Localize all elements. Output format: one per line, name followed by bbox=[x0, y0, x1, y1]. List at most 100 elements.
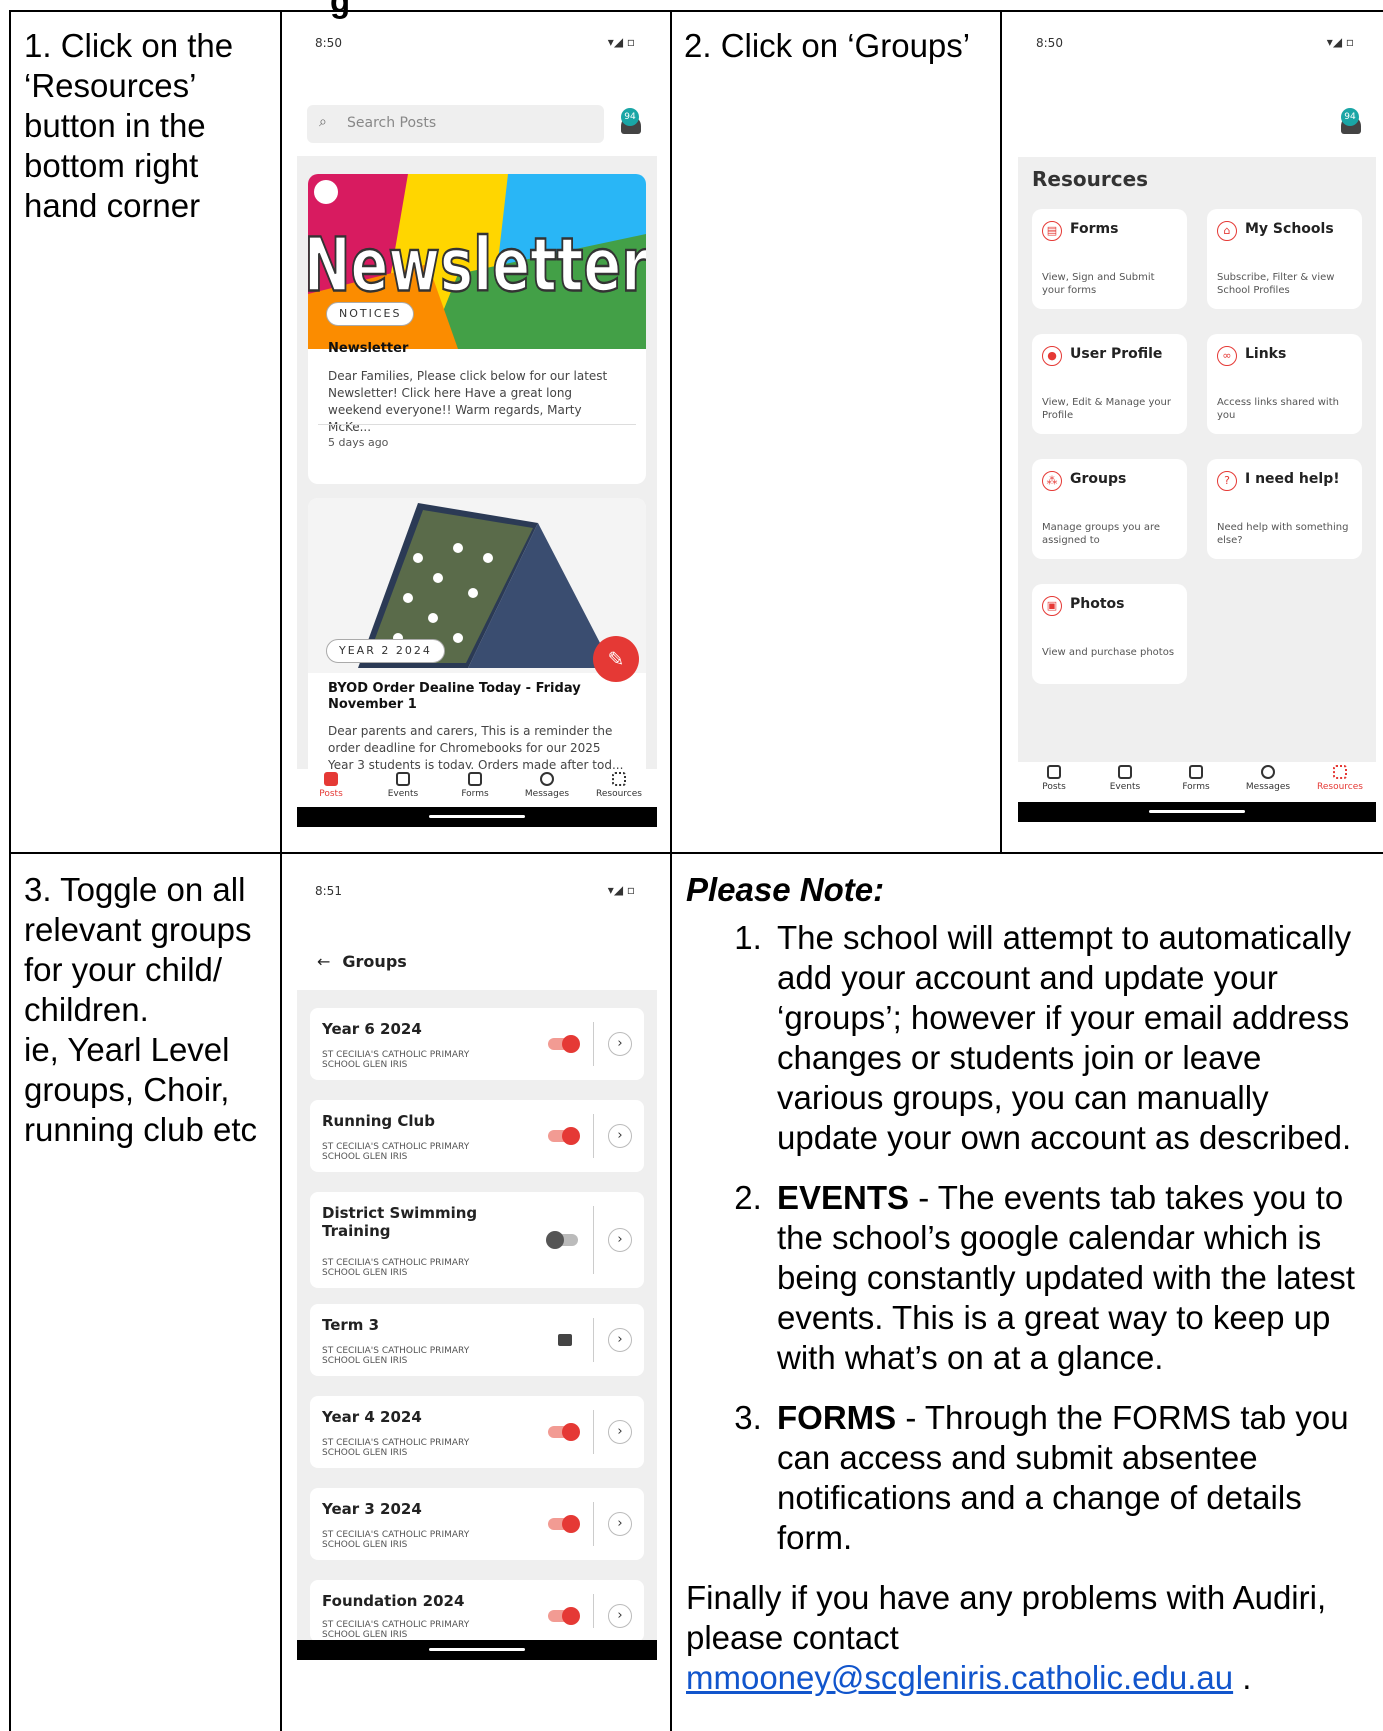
home-gesture-bar[interactable] bbox=[1149, 810, 1245, 813]
note-title: Please Note: bbox=[686, 871, 885, 908]
group-toggle[interactable] bbox=[548, 1127, 580, 1145]
tab-events[interactable]: Events bbox=[1095, 765, 1155, 792]
posts-feed: Newsletter NOTICES Newsletter Dear Famil… bbox=[297, 156, 657, 798]
tab-forms[interactable]: Forms bbox=[445, 772, 505, 799]
group-row[interactable]: Term 3 ST CECILIA'S CATHOLIC PRIMARY SCH… bbox=[310, 1304, 644, 1376]
resource-user-profile[interactable]: ● User Profile View, Edit & Manage your Pr… bbox=[1032, 334, 1187, 434]
card-desc: View, Edit & Manage your Profile bbox=[1042, 397, 1171, 421]
group-row[interactable]: Foundation 2024 ST CECILIA'S CATHOLIC PR… bbox=[310, 1580, 644, 1642]
chevron-right-icon[interactable]: › bbox=[608, 1328, 632, 1352]
signal-icon: ▾◢ ▫ bbox=[607, 883, 635, 897]
link-icon: ∞ bbox=[1217, 346, 1237, 366]
chevron-right-icon[interactable]: › bbox=[608, 1512, 632, 1536]
home-gesture-bar[interactable] bbox=[429, 1648, 525, 1651]
group-row[interactable]: District Swimming Training ST CECILIA'S … bbox=[310, 1192, 644, 1288]
tab-label: Forms bbox=[461, 789, 489, 799]
card-desc: View and purchase photos bbox=[1042, 647, 1175, 658]
toggle-knob bbox=[562, 1423, 580, 1441]
card-desc: Need help with something else? bbox=[1217, 522, 1349, 546]
android-nav-bar bbox=[297, 807, 657, 827]
group-toggle[interactable] bbox=[546, 1231, 578, 1249]
post-title: Newsletter bbox=[328, 341, 409, 356]
card-title: Forms bbox=[1070, 221, 1119, 237]
tab-label: Events bbox=[387, 789, 419, 799]
posts-icon bbox=[324, 772, 338, 786]
grid-icon bbox=[1333, 765, 1347, 779]
home-gesture-bar[interactable] bbox=[429, 815, 525, 818]
notification-bell-icon[interactable]: 94 bbox=[618, 108, 644, 136]
note-item: The school will attempt to automatically… bbox=[771, 918, 1376, 1158]
toggle-knob bbox=[562, 1515, 580, 1533]
group-toggle[interactable] bbox=[548, 1515, 580, 1533]
tab-label: Forms bbox=[1182, 782, 1210, 792]
status-time: 8:50 bbox=[315, 36, 342, 50]
tab-forms[interactable]: Forms bbox=[1166, 765, 1226, 792]
signal-icon: ▾◢ ▫ bbox=[1326, 35, 1354, 49]
card-desc: Subscribe, Filter & view School Profiles bbox=[1217, 272, 1335, 296]
tab-events[interactable]: Events bbox=[373, 772, 433, 799]
post-body: Dear Families, Please click below for ou… bbox=[328, 369, 608, 434]
note-item: EVENTS - The events tab takes you to the… bbox=[771, 1178, 1376, 1378]
resource-links[interactable]: ∞ Links Access links shared with you bbox=[1207, 334, 1362, 434]
tab-resources[interactable]: Resources bbox=[1310, 765, 1370, 792]
group-toggle[interactable] bbox=[548, 1423, 580, 1441]
group-name: Year 6 2024 bbox=[322, 1020, 422, 1038]
posts-screenshot: 8:50 ▾◢ ▫ ⌕ Search Posts 94 Newsletter N… bbox=[297, 22, 657, 827]
resource-my-schools[interactable]: ⌂ My Schools Subscribe, Filter & view Scho… bbox=[1207, 209, 1362, 309]
chevron-right-icon[interactable]: › bbox=[608, 1124, 632, 1148]
search-input[interactable]: ⌕ Search Posts bbox=[307, 105, 604, 143]
toggle-knob bbox=[562, 1607, 580, 1625]
group-name: Term 3 bbox=[322, 1316, 380, 1334]
page-header: ← Groups bbox=[317, 952, 407, 971]
post-title: BYOD Order Dealine Today - Friday Novemb… bbox=[328, 681, 581, 712]
group-row[interactable]: Year 3 2024 ST CECILIA'S CATHOLIC PRIMAR… bbox=[310, 1488, 644, 1560]
card-title: Links bbox=[1245, 346, 1287, 362]
bottom-tab-bar: Posts Events Forms Messages Resources bbox=[1018, 762, 1376, 802]
create-post-button[interactable]: ✎ bbox=[593, 636, 639, 682]
table-col3-border bbox=[1000, 10, 1002, 852]
post-card[interactable]: Newsletter NOTICES Newsletter Dear Famil… bbox=[308, 174, 646, 484]
resource-help[interactable]: ? I need help! Need help with something el… bbox=[1207, 459, 1362, 559]
back-arrow-icon[interactable]: ← bbox=[317, 952, 330, 971]
resources-screenshot: 8:50 ▾◢ ▫ 94 Resources ▤ Forms View, Sign … bbox=[1018, 22, 1376, 822]
chevron-right-icon[interactable]: › bbox=[608, 1420, 632, 1444]
chevron-right-icon[interactable]: › bbox=[608, 1228, 632, 1252]
resource-photos[interactable]: ▣ Photos View and purchase photos bbox=[1032, 584, 1187, 684]
row-divider bbox=[593, 1594, 594, 1628]
status-bar: 8:50 ▾◢ ▫ bbox=[297, 22, 657, 62]
group-name: District Swimming Training bbox=[322, 1204, 478, 1240]
tab-label: Posts bbox=[319, 789, 343, 799]
chevron-right-icon[interactable]: › bbox=[608, 1604, 632, 1628]
notification-badge: 94 bbox=[1341, 108, 1359, 126]
group-name: Foundation 2024 bbox=[322, 1592, 465, 1610]
newsletter-image-text: Newsletter bbox=[308, 221, 646, 308]
step-1-text: 1. Click on the ‘Resources’ button in th… bbox=[24, 27, 234, 224]
tab-messages[interactable]: Messages bbox=[1238, 765, 1298, 792]
group-toggle[interactable] bbox=[548, 1035, 580, 1053]
chevron-right-icon[interactable]: › bbox=[608, 1032, 632, 1056]
edit-icon bbox=[1189, 765, 1203, 779]
forms-icon: ▤ bbox=[1042, 221, 1062, 241]
resource-groups[interactable]: ⁂ Groups Manage groups you are assigned to bbox=[1032, 459, 1187, 559]
android-nav-bar bbox=[1018, 802, 1376, 822]
row-divider bbox=[593, 1022, 594, 1066]
card-title: My Schools bbox=[1245, 221, 1334, 237]
card-title: User Profile bbox=[1070, 346, 1163, 362]
tab-posts[interactable]: Posts bbox=[1024, 765, 1084, 792]
tab-messages[interactable]: Messages bbox=[517, 772, 577, 799]
table-top-border bbox=[9, 10, 1383, 12]
tab-posts[interactable]: Posts bbox=[301, 772, 361, 799]
note-closing: Finally if you have any problems with Au… bbox=[686, 1578, 1376, 1698]
group-row[interactable]: Year 4 2024 ST CECILIA'S CATHOLIC PRIMAR… bbox=[310, 1396, 644, 1468]
table-middle-border bbox=[9, 852, 1383, 854]
group-row[interactable]: Year 6 2024 ST CECILIA'S CATHOLIC PRIMAR… bbox=[310, 1008, 644, 1080]
tab-resources[interactable]: Resources bbox=[589, 772, 649, 799]
status-bar: 8:51 ▾◢ ▫ bbox=[297, 870, 657, 910]
group-toggle[interactable] bbox=[548, 1607, 580, 1625]
group-row[interactable]: Running Club ST CECILIA'S CATHOLIC PRIMA… bbox=[310, 1100, 644, 1172]
resource-forms[interactable]: ▤ Forms View, Sign and Submit your forms bbox=[1032, 209, 1187, 309]
contact-email-link[interactable]: mmooney@scgleniris.catholic.edu.au bbox=[686, 1659, 1233, 1696]
notification-bell-icon[interactable]: 94 bbox=[1338, 108, 1364, 136]
row-divider bbox=[593, 1318, 594, 1362]
status-time: 8:50 bbox=[1036, 36, 1063, 50]
